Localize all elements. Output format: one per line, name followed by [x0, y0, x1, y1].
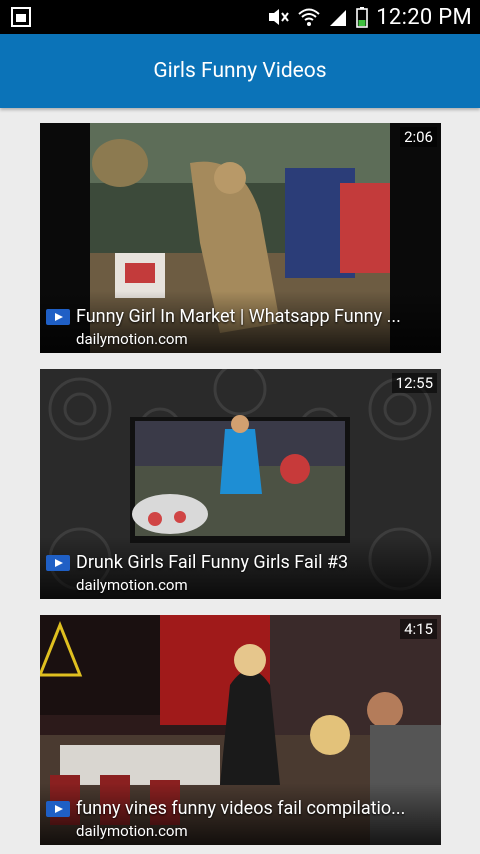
video-card[interactable]: 2:06 Funny Girl In Market | Whatsapp Fun…: [40, 123, 441, 353]
video-title[interactable]: Funny Girl In Market | Whatsapp Funny ..…: [76, 306, 401, 327]
video-duration: 4:15: [400, 619, 437, 639]
video-caption: funny vines funny videos fail compilatio…: [40, 783, 441, 845]
video-title[interactable]: funny vines funny videos fail compilatio…: [76, 798, 405, 819]
status-bar: 12:20 PM: [0, 0, 480, 34]
video-duration: 2:06: [400, 127, 437, 147]
video-card[interactable]: 4:15 funny vines funny videos fail compi…: [40, 615, 441, 845]
video-caption: Drunk Girls Fail Funny Girls Fail #3 dai…: [40, 537, 441, 599]
page-title: Girls Funny Videos: [153, 59, 327, 83]
play-icon: [46, 308, 70, 325]
video-caption: Funny Girl In Market | Whatsapp Funny ..…: [40, 291, 441, 353]
video-source: dailymotion.com: [76, 330, 188, 348]
wifi-icon: [298, 8, 320, 26]
video-title[interactable]: Drunk Girls Fail Funny Girls Fail #3: [76, 552, 348, 573]
signal-icon: [330, 10, 347, 26]
app-bar: Girls Funny Videos: [0, 34, 480, 108]
video-source: dailymotion.com: [76, 822, 188, 840]
video-card[interactable]: 12:55 Drunk Girls Fail Funny Girls Fail …: [40, 369, 441, 599]
video-source: dailymotion.com: [76, 576, 188, 594]
battery-icon: [356, 7, 369, 28]
clock: 12:20 PM: [376, 4, 472, 30]
play-icon: [46, 800, 70, 817]
video-duration: 12:55: [391, 373, 437, 393]
sim-card-icon: [11, 7, 31, 27]
mute-icon: [269, 9, 290, 25]
play-icon: [46, 554, 70, 571]
